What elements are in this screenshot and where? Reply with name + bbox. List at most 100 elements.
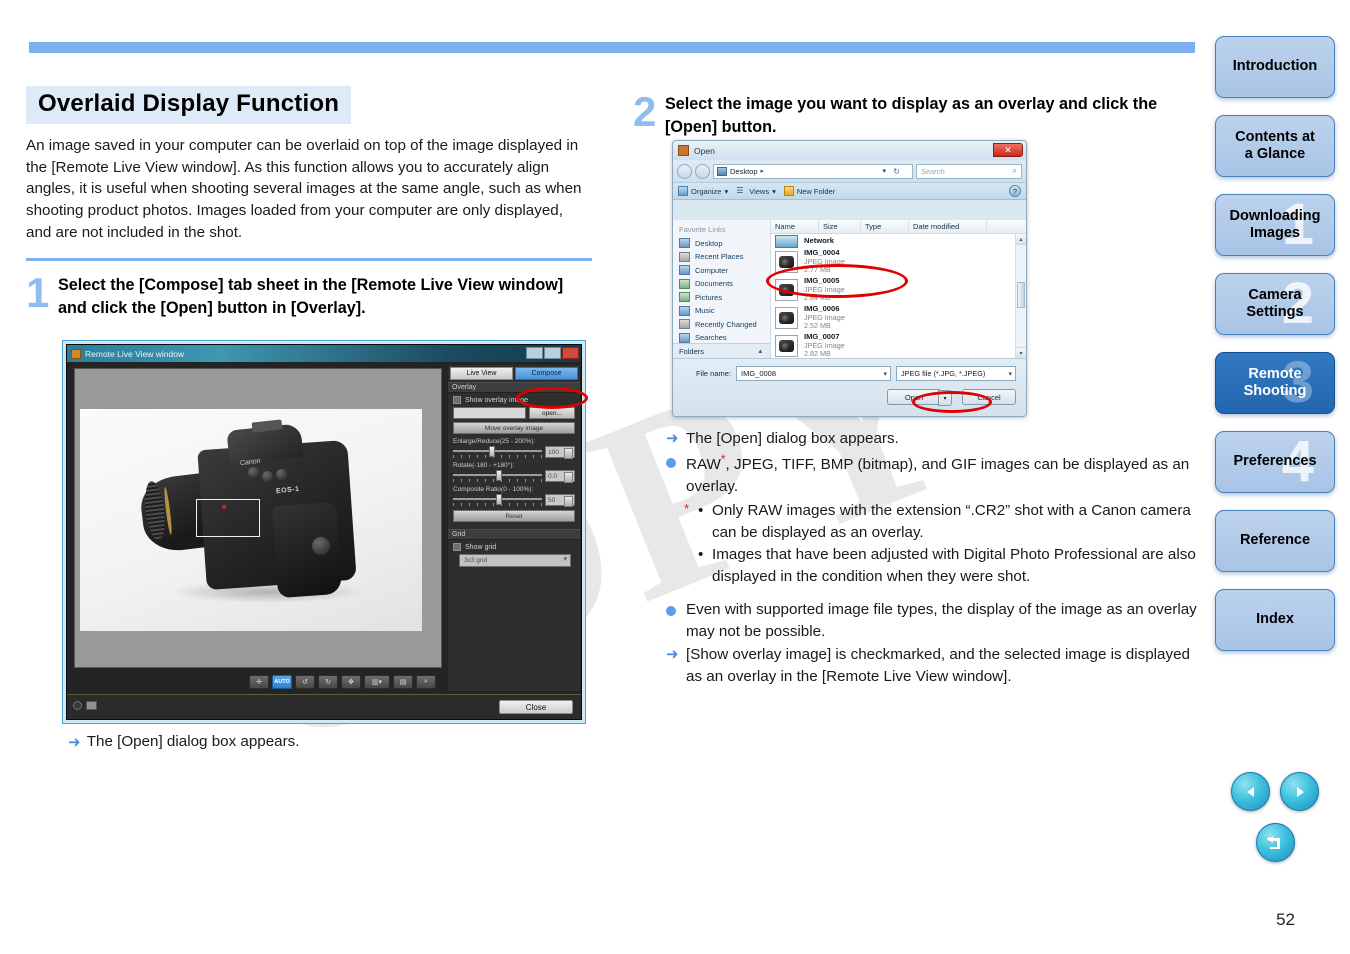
maximize-icon[interactable] xyxy=(544,347,561,359)
enlarge-reduce-slider[interactable] xyxy=(453,446,542,458)
search-input[interactable]: Search ⌕ xyxy=(916,163,1022,179)
organize-menu[interactable]: Organize ▾ xyxy=(678,186,728,196)
move-overlay-image-button[interactable]: Move overlay image xyxy=(453,422,575,434)
show-grid-row[interactable]: Show grid xyxy=(453,543,575,551)
tab-compose[interactable]: Compose xyxy=(515,367,578,380)
list-item[interactable]: IMG_0005 JPEG Image 2.84 MB xyxy=(771,276,1026,304)
file-type-select[interactable]: JPEG file (*.JPG, *.JPEG) xyxy=(896,366,1016,381)
sidebar-item-downloading-images[interactable]: 1 Downloading Images xyxy=(1215,194,1335,256)
sidebar-item-recent-places[interactable]: Recent Places xyxy=(679,251,770,262)
split-view-icon[interactable]: ▥▾ xyxy=(364,675,390,689)
step-2: 2 Select the image you want to display a… xyxy=(633,88,1205,139)
sidebar-item-camera-settings[interactable]: 2 Camera Settings xyxy=(1215,273,1335,335)
open-button[interactable]: open... xyxy=(529,407,575,419)
rotate-slider[interactable] xyxy=(453,470,542,482)
step-2-number: 2 xyxy=(633,88,657,135)
sidebar-item-computer[interactable]: Computer xyxy=(679,265,770,275)
column-header-date-modified[interactable]: Date modified xyxy=(909,220,987,233)
overlay-group-body: Show overlay image open... Move overlay … xyxy=(448,393,580,529)
views-menu[interactable]: ☰ Views ▾ xyxy=(736,186,776,196)
go-back-button[interactable] xyxy=(1255,823,1295,862)
network-icon xyxy=(775,234,798,248)
composite-ratio-slider[interactable] xyxy=(453,494,542,506)
views-label: Views xyxy=(749,186,770,196)
sidebar-item-contents-at-a-glance[interactable]: Contents at a Glance xyxy=(1215,115,1335,177)
show-grid-checkbox[interactable] xyxy=(453,543,461,551)
list-item[interactable]: IMG_0006 JPEG Image 2.52 MB xyxy=(771,304,1026,332)
file-name-input[interactable]: IMG_0008 xyxy=(736,366,891,381)
minimize-icon[interactable] xyxy=(526,347,543,359)
move-icon[interactable]: ✥ xyxy=(341,675,361,689)
sidebar-item-remote-shooting[interactable]: 3 Remote Shooting xyxy=(1215,352,1335,414)
rlv-body: Canon EOS-1 ✛ AUTO ↺ ↻ ✥ ▥▾ ▤ ⌕ Live Vie… xyxy=(67,362,581,719)
zoom-icon[interactable]: ⌕ xyxy=(416,675,436,689)
pictures-icon xyxy=(679,292,690,302)
figure1-caption: ➜ The [Open] dialog box appears. xyxy=(68,733,300,751)
help-icon[interactable]: ? xyxy=(1009,185,1021,197)
file-list-scrollbar[interactable]: ▴ ▾ xyxy=(1015,234,1026,358)
rotate-value[interactable]: 0.0 xyxy=(545,470,575,483)
file-meta: Network xyxy=(804,236,834,246)
histogram-icon[interactable]: ▤ xyxy=(393,675,413,689)
sidebar-item-preferences[interactable]: 4 Preferences xyxy=(1215,431,1335,493)
focus-frame[interactable] xyxy=(196,499,260,537)
reset-button[interactable]: Reset xyxy=(453,510,575,522)
file-thumbnail xyxy=(775,335,798,357)
folders-expander[interactable]: Folders ▴ xyxy=(673,343,770,358)
rlv-window-title: Remote Live View window xyxy=(85,348,185,359)
list-item[interactable]: IMG_0007 JPEG Image 2.82 MB xyxy=(771,332,1026,360)
scroll-down-icon[interactable]: ▾ xyxy=(1016,347,1026,358)
show-overlay-checkbox[interactable] xyxy=(453,396,461,404)
previous-page-button[interactable] xyxy=(1231,772,1270,811)
tab-live-view[interactable]: Live View xyxy=(450,367,513,380)
list-item[interactable]: Network xyxy=(771,234,1026,248)
show-overlay-row[interactable]: Show overlay image xyxy=(453,396,575,404)
camera-dial-1 xyxy=(248,467,259,478)
column-header-name[interactable]: Name xyxy=(771,220,819,233)
overlay-path-input[interactable] xyxy=(453,407,526,419)
sidebar-item-label: Computer xyxy=(695,265,728,275)
sidebar-item-desktop[interactable]: Desktop xyxy=(679,238,770,248)
cancel-button[interactable]: Cancel xyxy=(962,389,1016,405)
chevron-down-icon[interactable]: ▾ xyxy=(882,167,886,175)
list-item[interactable]: IMG_0004 JPEG Image 2.77 MB xyxy=(771,248,1026,276)
auto-white-balance-icon[interactable]: AUTO xyxy=(272,675,292,689)
chevron-down-icon: ▾ xyxy=(724,186,729,196)
grid-type-select[interactable]: 3x3 grid xyxy=(459,554,571,567)
back-icon[interactable] xyxy=(677,163,692,179)
address-input[interactable]: Desktop ▸ ▾ ↻ xyxy=(713,163,913,179)
close-icon[interactable] xyxy=(562,347,579,359)
close-button[interactable]: Close xyxy=(499,700,573,714)
sidebar-item-index[interactable]: Index xyxy=(1215,589,1335,651)
forward-icon[interactable] xyxy=(695,163,710,179)
sidebar-item-introduction[interactable]: Introduction xyxy=(1215,36,1335,98)
scroll-up-icon[interactable]: ▴ xyxy=(1016,234,1026,245)
file-meta: IMG_0004 JPEG Image 2.77 MB xyxy=(804,248,845,275)
return-arrow-icon xyxy=(1267,835,1280,849)
multi-window-icon[interactable] xyxy=(86,701,97,710)
column-header-type[interactable]: Type xyxy=(861,220,909,233)
sidebar-item-documents[interactable]: Documents xyxy=(679,278,770,289)
rotate-left-icon[interactable]: ↺ xyxy=(295,675,315,689)
sidebar-item-label: Introduction xyxy=(1232,58,1318,75)
organize-icon xyxy=(678,186,688,196)
enlarge-reduce-value[interactable]: 100 xyxy=(545,446,575,459)
right-column: 2 Select the image you want to display a… xyxy=(633,80,1205,139)
sidebar-item-recently-changed[interactable]: Recently Changed xyxy=(679,319,770,329)
scrollbar-thumb[interactable] xyxy=(1017,282,1025,308)
note-supported-formats: RAW*, JPEG, TIFF, BMP (bitmap), and GIF … xyxy=(666,451,1206,498)
sidebar-item-music[interactable]: Music xyxy=(679,305,770,316)
sidebar-item-reference[interactable]: Reference xyxy=(1215,510,1335,572)
refresh-icon[interactable]: ↻ xyxy=(893,167,900,176)
open-button[interactable]: Open xyxy=(887,389,952,406)
focus-target-icon[interactable]: ✛ xyxy=(249,675,269,689)
composite-ratio-value[interactable]: 50 xyxy=(545,494,575,507)
close-icon[interactable]: ✕ xyxy=(993,143,1023,157)
sidebar-item-searches[interactable]: Searches xyxy=(679,332,770,343)
new-folder-button[interactable]: New Folder xyxy=(783,186,835,196)
step-1: 1 Select the [Compose] tab sheet in the … xyxy=(26,271,596,320)
next-page-button[interactable] xyxy=(1280,772,1319,811)
sidebar-item-pictures[interactable]: Pictures xyxy=(679,292,770,302)
rotate-right-icon[interactable]: ↻ xyxy=(318,675,338,689)
column-header-size[interactable]: Size xyxy=(819,220,861,233)
